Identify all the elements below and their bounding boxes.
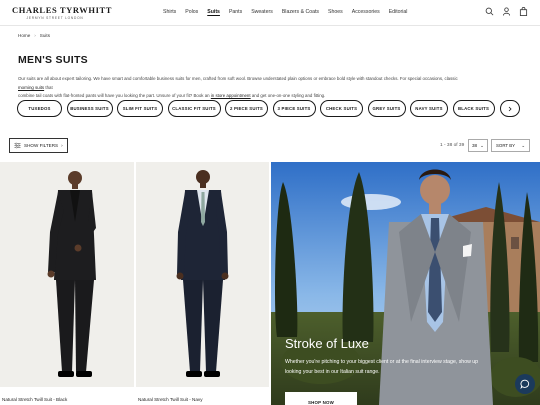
sort-by-label: SORT BY bbox=[496, 143, 516, 148]
page-title: MEN'S SUITS bbox=[18, 54, 88, 66]
show-filters-label: SHOW FILTERS bbox=[24, 143, 59, 148]
promo-title: Stroke of Luxe bbox=[285, 336, 369, 351]
chip-business-suits[interactable]: BUSINESS SUITS bbox=[66, 100, 113, 117]
header-icons bbox=[485, 7, 528, 16]
product-card-black-suit[interactable] bbox=[0, 162, 134, 387]
nav-blazers-coats[interactable]: Blazers & Coats bbox=[282, 9, 319, 15]
chip-grey-suits[interactable]: GREY SUITS bbox=[367, 100, 406, 117]
filter-icon bbox=[14, 142, 21, 149]
per-page-select[interactable]: 38 ⌄ bbox=[468, 139, 488, 152]
chip-3-piece-suits[interactable]: 3 PIECE SUITS bbox=[272, 100, 316, 117]
chevron-right-icon: › bbox=[61, 143, 63, 148]
chat-button[interactable] bbox=[515, 374, 535, 394]
promo-text: Whether you're pitching to your biggest … bbox=[285, 359, 479, 375]
breadcrumb-current: Suits bbox=[39, 33, 51, 38]
morning-suits-link[interactable]: morning suits bbox=[18, 85, 44, 90]
nav-shirts[interactable]: Shirts bbox=[163, 9, 176, 15]
chat-icon bbox=[520, 379, 530, 389]
product-name[interactable]: Natural Stretch Twill Suit - Black bbox=[2, 397, 67, 402]
breadcrumb: Home › Suits bbox=[18, 33, 50, 38]
chip-classic-fit-suits[interactable]: CLASSIC FIT SUITS bbox=[167, 100, 221, 117]
chips-next-button[interactable] bbox=[500, 100, 520, 117]
search-icon[interactable] bbox=[485, 7, 494, 16]
intro-text-part: combine tail coats with flat-fronted pan… bbox=[18, 93, 211, 98]
product-image bbox=[0, 162, 134, 387]
chip-navy-suits[interactable]: NAVY SUITS bbox=[410, 100, 448, 117]
breadcrumb-separator: › bbox=[34, 33, 36, 38]
nav-editorial[interactable]: Editorial bbox=[389, 9, 408, 15]
chip-2-piece-suits[interactable]: 2 PIECE SUITS bbox=[225, 100, 268, 117]
product-image bbox=[136, 162, 269, 387]
chevron-down-icon: ⌄ bbox=[480, 142, 484, 148]
sort-by-select[interactable]: SORT BY ⌄ bbox=[491, 139, 530, 152]
user-icon[interactable] bbox=[502, 7, 511, 16]
nav-accessories[interactable]: Accessories bbox=[352, 9, 380, 15]
chip-slim-fit-suits[interactable]: SLIM FIT SUITS bbox=[117, 100, 163, 117]
nav-shoes[interactable]: Shoes bbox=[328, 9, 343, 15]
category-chips: TUXEDOS BUSINESS SUITS SLIM FIT SUITS CL… bbox=[17, 100, 495, 117]
logo-subtext: JERMYN STREET LONDON bbox=[26, 16, 84, 20]
nav-polos[interactable]: Polos bbox=[185, 9, 198, 15]
breadcrumb-home[interactable]: Home bbox=[18, 33, 30, 38]
per-page-value: 38 bbox=[472, 143, 478, 148]
chip-black-suits[interactable]: BLACK SUITS bbox=[452, 100, 495, 117]
nav-sweaters[interactable]: Sweaters bbox=[251, 9, 273, 15]
intro-text-part: that bbox=[44, 84, 53, 90]
logo-text: CHARLES TYRWHITT bbox=[12, 5, 113, 15]
result-count: 1 - 38 of 39 bbox=[440, 143, 465, 148]
main-nav: Shirts Polos Suits Pants Sweaters Blazer… bbox=[163, 9, 407, 15]
intro-text-part: Our suits are all about expert tailoring… bbox=[18, 76, 458, 81]
site-header: CHARLES TYRWHITT JERMYN STREET LONDON Sh… bbox=[0, 0, 540, 26]
chevron-right-icon bbox=[508, 106, 512, 111]
product-name[interactable]: Natural Stretch Twill Suit - Navy bbox=[138, 397, 203, 402]
brand-logo[interactable]: CHARLES TYRWHITT JERMYN STREET LONDON bbox=[12, 5, 113, 20]
chip-tuxedos[interactable]: TUXEDOS bbox=[17, 100, 62, 117]
show-filters-button[interactable]: SHOW FILTERS › bbox=[9, 138, 68, 153]
product-card-navy-suit[interactable] bbox=[136, 162, 269, 387]
nav-suits[interactable]: Suits bbox=[207, 9, 220, 15]
chip-check-suits[interactable]: CHECK SUITS bbox=[320, 100, 363, 117]
chevron-down-icon: ⌄ bbox=[521, 142, 525, 148]
nav-pants[interactable]: Pants bbox=[229, 9, 242, 15]
intro-text: Our suits are all about expert tailoring… bbox=[18, 75, 463, 101]
appointment-link[interactable]: in store appointment bbox=[211, 93, 251, 98]
intro-text-part: and get one-on-one styling and fitting. bbox=[250, 93, 326, 98]
shop-now-button[interactable]: SHOP NOW bbox=[285, 392, 357, 405]
bag-icon[interactable] bbox=[519, 7, 528, 16]
